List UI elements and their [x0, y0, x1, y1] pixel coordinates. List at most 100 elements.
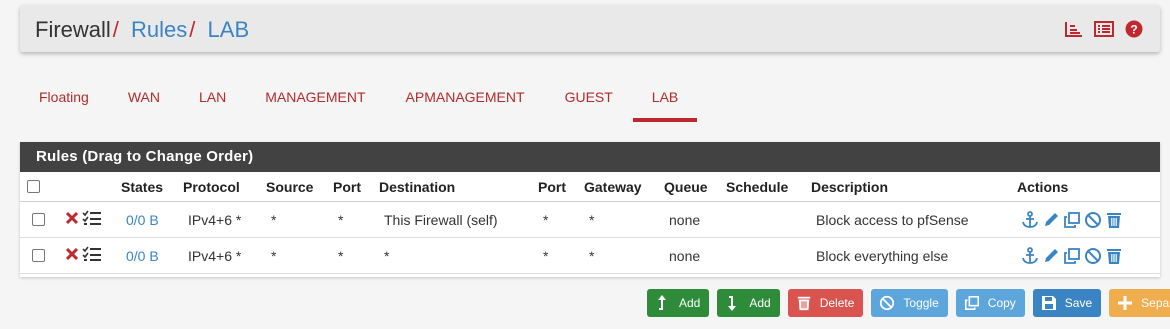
column-gateway[interactable]: Gateway	[584, 172, 642, 201]
trash-icon[interactable]	[1105, 211, 1123, 229]
tab-wan[interactable]: WAN	[108, 80, 179, 122]
trash-icon[interactable]	[1105, 247, 1123, 265]
page: Firewall/ Rules/ LAB ? Floating WAN LAN …	[0, 0, 1170, 329]
delete-button[interactable]: Delete	[787, 289, 864, 317]
edit-pencil-icon[interactable]	[1042, 247, 1060, 265]
delete-label: Delete	[819, 296, 855, 310]
column-port[interactable]: Port	[333, 172, 361, 201]
clone-icon	[964, 295, 980, 311]
add-bottom-label: Add	[749, 296, 771, 310]
column-actions: Actions	[1017, 178, 1069, 195]
protocol-cell: IPv4+6 *	[188, 247, 242, 264]
header-icons: ?	[1064, 20, 1144, 38]
protocol-cell: IPv4+6 *	[188, 211, 242, 228]
interface-tabs: Floating WAN LAN MANAGEMENT APMANAGEMENT…	[20, 80, 698, 122]
tab-apmanagement[interactable]: APMANAGEMENT	[386, 80, 545, 122]
toggle-label: Toggle	[903, 296, 939, 310]
level-up-icon	[655, 295, 671, 311]
ban-icon	[879, 295, 895, 311]
breadcrumb: Firewall/ Rules/ LAB	[35, 17, 249, 43]
queue-cell: none	[669, 211, 701, 228]
row-checkbox[interactable]	[32, 213, 45, 226]
states-link[interactable]: 0/0 B	[126, 238, 159, 273]
rules-panel: Rules (Drag to Change Order) States Prot…	[20, 142, 1160, 277]
row-actions	[1021, 238, 1123, 273]
breadcrumb-rules-link[interactable]: Rules	[131, 17, 187, 42]
level-down-icon	[725, 295, 741, 311]
rule-action-buttons: Add Add Delete Toggle Copy Save Separato…	[647, 289, 1170, 317]
copy-icon[interactable]	[1063, 247, 1081, 265]
row-select-cell	[32, 202, 45, 237]
table-row[interactable]: 0/0 B IPv4+6 * * * * * * none Block ever…	[20, 238, 1160, 274]
states-link[interactable]: 0/0 B	[126, 202, 159, 237]
svg-text:?: ?	[1130, 23, 1137, 37]
disable-icon[interactable]	[1084, 247, 1102, 265]
tab-floating[interactable]: Floating	[20, 80, 108, 122]
column-description[interactable]: Description	[811, 172, 888, 201]
destination-cell: This Firewall (self)	[384, 211, 498, 228]
column-queue[interactable]: Queue	[664, 172, 708, 201]
breadcrumb-separator: /	[112, 17, 119, 42]
row-select-cell	[32, 238, 45, 273]
copy-button[interactable]: Copy	[955, 289, 1025, 317]
port-cell: *	[338, 211, 344, 228]
rule-status-cell	[65, 202, 102, 237]
chart-bars-icon[interactable]	[1064, 20, 1084, 38]
row-actions	[1021, 202, 1123, 237]
row-checkbox[interactable]	[32, 249, 45, 262]
checklist-icon[interactable]	[82, 246, 102, 265]
block-icon	[65, 247, 79, 264]
source-cell: *	[271, 247, 277, 264]
trash-icon	[796, 295, 812, 311]
queue-cell: none	[669, 247, 701, 264]
save-label: Save	[1064, 296, 1093, 310]
add-top-label: Add	[679, 296, 701, 310]
plus-icon	[1117, 295, 1133, 311]
separator-label: Separator	[1141, 296, 1170, 310]
gateway-cell: *	[589, 247, 595, 264]
panel-title: Rules (Drag to Change Order)	[20, 142, 1160, 172]
select-all-checkbox[interactable]	[27, 180, 40, 193]
help-circle-icon[interactable]: ?	[1124, 20, 1144, 38]
save-button[interactable]: Save	[1032, 289, 1102, 317]
tab-guest[interactable]: GUEST	[545, 80, 633, 122]
column-dest-port[interactable]: Port	[538, 172, 566, 201]
table-header: States Protocol Source Port Destination …	[20, 172, 1160, 202]
dest-port-cell: *	[543, 247, 549, 264]
disable-icon[interactable]	[1084, 211, 1102, 229]
destination-cell: *	[384, 247, 390, 264]
table-row[interactable]: 0/0 B IPv4+6 * * * This Firewall (self) …	[20, 202, 1160, 238]
tab-lab[interactable]: LAB	[632, 80, 698, 122]
description-cell: Block access to pfSense	[816, 211, 969, 228]
dest-port-cell: *	[543, 211, 549, 228]
separator-button[interactable]: Separator	[1109, 289, 1170, 317]
description-cell: Block everything else	[816, 247, 949, 264]
gateway-cell: *	[589, 211, 595, 228]
port-cell: *	[338, 247, 344, 264]
checklist-icon[interactable]	[82, 210, 102, 229]
add-top-button[interactable]: Add	[647, 289, 710, 317]
toggle-button[interactable]: Toggle	[871, 289, 948, 317]
edit-pencil-icon[interactable]	[1042, 211, 1060, 229]
anchor-icon[interactable]	[1021, 210, 1039, 229]
column-destination[interactable]: Destination	[379, 172, 455, 201]
copy-label: Copy	[987, 296, 1016, 310]
tab-management[interactable]: MANAGEMENT	[245, 80, 385, 122]
source-cell: *	[271, 211, 277, 228]
anchor-icon[interactable]	[1021, 246, 1039, 265]
select-all-cell	[27, 172, 40, 201]
block-icon	[65, 211, 79, 228]
add-bottom-button[interactable]: Add	[717, 289, 780, 317]
column-states[interactable]: States	[121, 172, 163, 201]
tab-lan[interactable]: LAN	[179, 80, 245, 122]
breadcrumb-firewall: Firewall	[35, 17, 111, 42]
rule-status-cell	[65, 238, 102, 273]
list-alt-icon[interactable]	[1094, 20, 1114, 38]
copy-icon[interactable]	[1063, 211, 1081, 229]
breadcrumb-lab-link[interactable]: LAB	[208, 17, 250, 42]
save-floppy-icon	[1041, 295, 1057, 311]
column-protocol[interactable]: Protocol	[183, 172, 240, 201]
column-schedule[interactable]: Schedule	[726, 172, 788, 201]
breadcrumb-bar: Firewall/ Rules/ LAB ?	[20, 5, 1160, 52]
column-source[interactable]: Source	[266, 172, 313, 201]
